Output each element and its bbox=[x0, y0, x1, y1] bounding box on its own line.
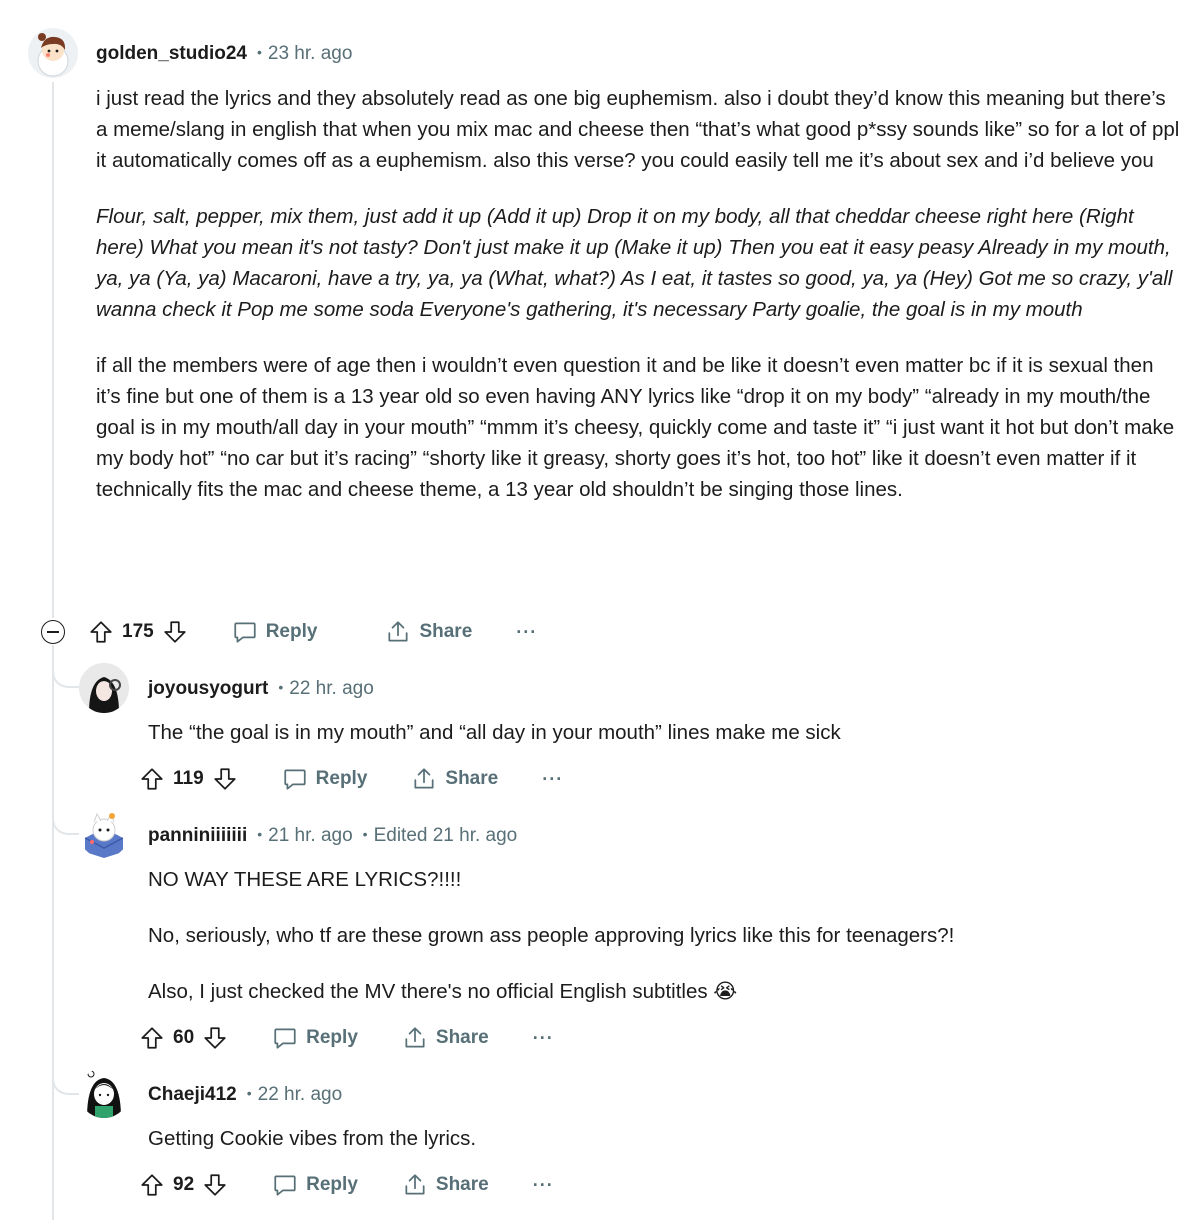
avatar[interactable] bbox=[79, 808, 129, 858]
share-icon bbox=[402, 1172, 428, 1198]
comment-meta: Chaeji412 • 22 hr. ago bbox=[148, 1084, 342, 1106]
thread-connector bbox=[52, 666, 82, 688]
share-label: Share bbox=[419, 621, 473, 642]
vote-group: 175 bbox=[88, 619, 188, 645]
comment-paragraph: The “the goal is in my mouth” and “all d… bbox=[148, 721, 841, 744]
comment-actions: 175 Reply Share ··· bbox=[88, 612, 537, 652]
more-options-button[interactable]: ··· bbox=[533, 1175, 554, 1196]
share-label: Share bbox=[435, 1027, 489, 1048]
share-button[interactable]: Share bbox=[385, 619, 472, 645]
reply-bubble-icon bbox=[232, 619, 258, 645]
comment-paragraph: NO WAY THESE ARE LYRICS?!!!! bbox=[148, 868, 462, 891]
comment-body: NO WAY THESE ARE LYRICS?!!!! No, serious… bbox=[148, 864, 1178, 1007]
reply-bubble-icon bbox=[282, 766, 308, 792]
reply-bubble-icon bbox=[272, 1025, 298, 1051]
share-label: Share bbox=[435, 1174, 489, 1195]
vote-count: 60 bbox=[173, 1027, 195, 1048]
username[interactable]: panniniiiiiii bbox=[148, 825, 247, 846]
more-options-button[interactable]: ··· bbox=[542, 769, 563, 790]
vote-count: 175 bbox=[122, 621, 154, 642]
more-options-button[interactable]: ··· bbox=[533, 1028, 554, 1049]
reply-button[interactable]: Reply bbox=[282, 766, 368, 792]
upvote-icon[interactable] bbox=[139, 1172, 165, 1198]
thread-line-children bbox=[52, 645, 54, 1220]
comment-meta: golden_studio24 • 23 hr. ago bbox=[96, 43, 352, 65]
avatar[interactable] bbox=[28, 28, 78, 78]
vote-group: 119 bbox=[139, 766, 238, 792]
collapse-icon[interactable] bbox=[41, 620, 65, 644]
reply-label: Reply bbox=[306, 1027, 358, 1048]
reply-button[interactable]: Reply bbox=[272, 1172, 358, 1198]
timestamp[interactable]: 21 hr. ago bbox=[268, 825, 353, 846]
thread-connector bbox=[52, 813, 82, 835]
username[interactable]: joyousyogurt bbox=[148, 678, 268, 699]
share-icon bbox=[411, 766, 437, 792]
upvote-icon[interactable] bbox=[139, 1025, 165, 1051]
vote-group: 60 bbox=[139, 1025, 228, 1051]
downvote-icon[interactable] bbox=[212, 766, 238, 792]
vote-group: 92 bbox=[139, 1172, 228, 1198]
avatar[interactable] bbox=[79, 663, 129, 713]
timestamp[interactable]: 22 hr. ago bbox=[289, 678, 374, 699]
upvote-icon[interactable] bbox=[139, 766, 165, 792]
more-options-button[interactable]: ··· bbox=[516, 622, 537, 643]
vote-count: 119 bbox=[173, 768, 204, 789]
reply-label: Reply bbox=[306, 1174, 358, 1195]
reply-label: Reply bbox=[265, 621, 318, 642]
downvote-icon[interactable] bbox=[202, 1025, 228, 1051]
edited-label: Edited 21 hr. ago bbox=[373, 825, 518, 846]
comment-paragraph: Also, I just checked the MV there's no o… bbox=[148, 980, 738, 1003]
comment-actions: 119 Reply Share ··· bbox=[139, 759, 563, 799]
comment-body: The “the goal is in my mouth” and “all d… bbox=[148, 717, 1178, 748]
username[interactable]: golden_studio24 bbox=[96, 43, 247, 64]
upvote-icon[interactable] bbox=[88, 619, 114, 645]
share-button[interactable]: Share bbox=[411, 766, 498, 792]
comment-actions: 92 Reply Share ··· bbox=[139, 1165, 554, 1205]
comment-paragraph: i just read the lyrics and they absolute… bbox=[96, 87, 1180, 172]
share-button[interactable]: Share bbox=[402, 1172, 489, 1198]
reply-button[interactable]: Reply bbox=[272, 1025, 358, 1051]
reply-bubble-icon bbox=[272, 1172, 298, 1198]
lyrics-quote: Flour, salt, pepper, mix them, just add … bbox=[96, 205, 1173, 321]
downvote-icon[interactable] bbox=[162, 619, 188, 645]
comment-actions: 60 Reply Share ··· bbox=[139, 1018, 554, 1058]
downvote-icon[interactable] bbox=[202, 1172, 228, 1198]
comment-body: Getting Cookie vibes from the lyrics. bbox=[148, 1123, 1178, 1154]
comment-paragraph: Getting Cookie vibes from the lyrics. bbox=[148, 1127, 477, 1150]
separator-dot: • bbox=[278, 679, 284, 695]
comment-paragraph: No, seriously, who tf are these grown as… bbox=[148, 924, 955, 947]
thread-line-main bbox=[52, 82, 54, 618]
comment-meta: joyousyogurt • 22 hr. ago bbox=[148, 678, 374, 700]
reply-button[interactable]: Reply bbox=[232, 619, 318, 645]
comment-meta: panniniiiiiii • 21 hr. ago • Edited 21 hr. a… bbox=[148, 825, 517, 847]
comment-body: i just read the lyrics and they absolute… bbox=[96, 83, 1181, 505]
separator-dot: • bbox=[256, 44, 262, 60]
share-button[interactable]: Share bbox=[402, 1025, 489, 1051]
timestamp[interactable]: 23 hr. ago bbox=[268, 43, 353, 64]
share-icon bbox=[402, 1025, 428, 1051]
username[interactable]: Chaeji412 bbox=[148, 1084, 237, 1105]
vote-count: 92 bbox=[173, 1174, 195, 1195]
timestamp[interactable]: 22 hr. ago bbox=[258, 1084, 343, 1105]
avatar[interactable] bbox=[79, 1068, 129, 1118]
separator-dot: • bbox=[246, 1085, 252, 1101]
thread-connector bbox=[52, 1073, 82, 1095]
reply-label: Reply bbox=[315, 768, 368, 789]
share-label: Share bbox=[445, 768, 499, 789]
separator-dot: • bbox=[362, 826, 368, 842]
comment-paragraph: if all the members were of age then i wo… bbox=[96, 354, 1175, 501]
separator-dot: • bbox=[257, 826, 263, 842]
share-icon bbox=[385, 619, 411, 645]
